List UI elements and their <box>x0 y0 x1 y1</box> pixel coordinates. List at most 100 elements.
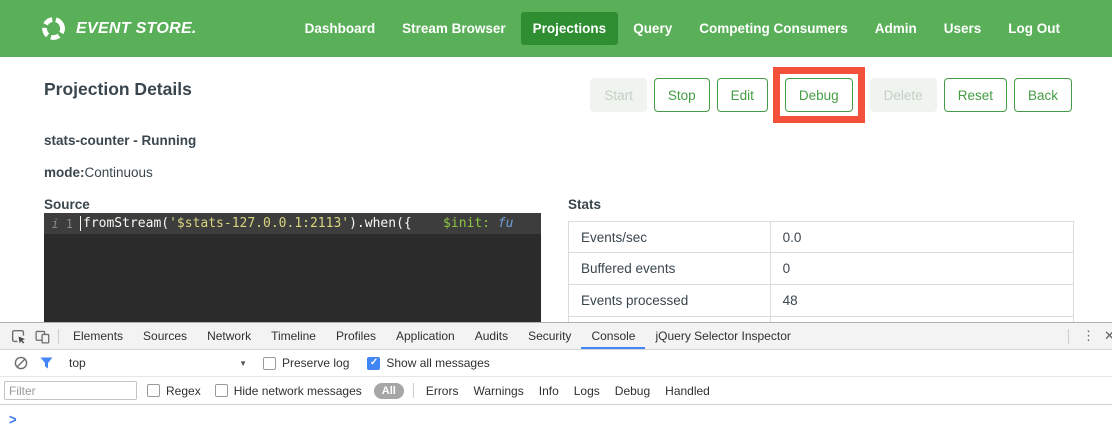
code-token: '$stats-127.0.0.1:2113' <box>169 216 349 231</box>
action-buttons: StartStopEdit Debug DeleteResetBack <box>590 78 1072 112</box>
stats-heading: Stats <box>568 197 601 212</box>
code-token: $init: <box>443 216 490 231</box>
level-filter-handled[interactable]: Handled <box>665 384 710 398</box>
console-prompt[interactable]: > <box>0 405 1112 440</box>
tab-jquery-selector-inspector[interactable]: jQuery Selector Inspector <box>645 323 800 349</box>
regex-label: Regex <box>166 384 201 398</box>
tab-application[interactable]: Application <box>386 323 465 349</box>
code-line-content: fromStream('$stats-127.0.0.1:2113').when… <box>80 216 514 231</box>
toolbar-separator <box>413 383 414 398</box>
inspect-element-icon[interactable] <box>6 323 30 349</box>
back-button[interactable]: Back <box>1014 78 1072 112</box>
devtools-tabbar-right: ⋮ ✕ <box>1064 323 1112 349</box>
clear-console-icon[interactable] <box>8 350 34 376</box>
level-filter-logs[interactable]: Logs <box>574 384 600 398</box>
devtools-panel: ElementsSourcesNetworkTimelineProfilesAp… <box>0 322 1112 440</box>
delete-button: Delete <box>870 78 937 112</box>
stats-row-label: Events/sec <box>569 222 771 252</box>
devtools-menu-icon[interactable]: ⋮ <box>1073 328 1104 344</box>
debug-button[interactable]: Debug <box>785 78 853 112</box>
filter-icon[interactable] <box>34 350 59 376</box>
nav-item-stream-browser[interactable]: Stream Browser <box>390 12 518 45</box>
code-token <box>412 216 443 231</box>
start-button: Start <box>590 78 647 112</box>
preserve-log-checkbox[interactable]: Preserve log <box>263 356 349 370</box>
level-filter-debug[interactable]: Debug <box>615 384 650 398</box>
tab-console[interactable]: Console <box>581 323 645 349</box>
devtools-tabs: ElementsSourcesNetworkTimelineProfilesAp… <box>63 323 801 349</box>
regex-checkbox[interactable]: Regex <box>147 384 201 398</box>
stats-table: Events/sec0.0Buffered events0Events proc… <box>568 221 1074 322</box>
nav-item-competing-consumers[interactable]: Competing Consumers <box>687 12 860 45</box>
level-filter-info[interactable]: Info <box>539 384 559 398</box>
console-toolbar: top ▼ Preserve log Show all messages <box>0 350 1112 377</box>
device-toolbar-icon[interactable] <box>30 323 54 349</box>
tab-elements[interactable]: Elements <box>63 323 133 349</box>
mode-label: mode: <box>44 165 85 180</box>
tab-network[interactable]: Network <box>197 323 261 349</box>
top-navbar: EVENT STORE. DashboardStream BrowserProj… <box>0 0 1112 57</box>
level-filter-all[interactable]: All <box>374 383 404 399</box>
prompt-chevron-icon: > <box>9 411 17 428</box>
page-content: Projection Details StartStopEdit Debug Del… <box>0 57 1112 322</box>
mode-value: Continuous <box>85 165 153 180</box>
source-heading: Source <box>44 197 90 212</box>
tab-sources[interactable]: Sources <box>133 323 197 349</box>
preserve-log-label: Preserve log <box>282 356 349 370</box>
checkbox-icon <box>263 357 276 370</box>
editor-gutter: i 1 <box>44 217 80 231</box>
nav-item-admin[interactable]: Admin <box>863 12 929 45</box>
chevron-down-icon: ▼ <box>239 359 247 368</box>
code-line: i 1 fromStream('$stats-127.0.0.1:2113').… <box>44 213 541 234</box>
eventstore-logo[interactable]: EVENT STORE. <box>40 15 197 42</box>
projection-mode: mode:Continuous <box>44 165 153 180</box>
console-level-filters: Errors Warnings Info Logs Debug Handled <box>426 384 710 398</box>
stats-table-row: Buffered events0 <box>568 253 1074 285</box>
tab-timeline[interactable]: Timeline <box>261 323 326 349</box>
main-nav: DashboardStream BrowserProjectionsQueryC… <box>293 12 1072 45</box>
reset-button[interactable]: Reset <box>944 78 1007 112</box>
stats-table-row: Events processed48 <box>568 285 1074 317</box>
debug-highlight-box: Debug <box>773 67 865 123</box>
stats-row-label: Events processed <box>569 285 771 316</box>
tab-profiles[interactable]: Profiles <box>326 323 386 349</box>
tab-audits[interactable]: Audits <box>465 323 518 349</box>
stop-button[interactable]: Stop <box>654 78 710 112</box>
show-all-messages-checkbox[interactable]: Show all messages <box>367 356 489 370</box>
toolbar-separator <box>58 329 59 344</box>
stats-row-value: 0.0 <box>771 222 802 252</box>
show-all-messages-label: Show all messages <box>386 356 489 370</box>
stats-row-label: Buffered events <box>569 253 771 284</box>
projection-status: stats-counter - Running <box>44 133 196 148</box>
code-token: fromStream( <box>83 216 169 231</box>
stats-row-value: 0 <box>771 253 791 284</box>
source-code-editor[interactable]: i 1 fromStream('$stats-127.0.0.1:2113').… <box>44 213 541 322</box>
page-title: Projection Details <box>44 79 192 100</box>
level-filter-errors[interactable]: Errors <box>426 384 459 398</box>
checkbox-icon <box>147 384 160 397</box>
code-token: fu <box>490 216 513 231</box>
stats-row-value: 48 <box>771 285 798 316</box>
checkbox-icon <box>215 384 228 397</box>
frame-context-select[interactable]: top ▼ <box>69 356 247 370</box>
nav-item-query[interactable]: Query <box>621 12 684 45</box>
hide-network-label: Hide network messages <box>234 384 362 398</box>
nav-item-users[interactable]: Users <box>932 12 994 45</box>
toolbar-separator <box>1068 329 1069 344</box>
level-filter-warnings[interactable]: Warnings <box>473 384 523 398</box>
brand-text: EVENT STORE. <box>76 20 197 38</box>
nav-item-dashboard[interactable]: Dashboard <box>293 12 388 45</box>
frame-context-value: top <box>69 356 86 370</box>
hide-network-checkbox[interactable]: Hide network messages <box>215 384 362 398</box>
eventstore-logo-icon <box>40 15 67 42</box>
devtools-close-icon[interactable]: ✕ <box>1104 328 1112 344</box>
console-filterbar: Regex Hide network messages All Errors Wa… <box>0 377 1112 405</box>
line-number: 1 <box>66 217 73 231</box>
gutter-info-icon: i <box>52 217 59 231</box>
nav-item-projections[interactable]: Projections <box>521 12 619 45</box>
nav-item-log-out[interactable]: Log Out <box>996 12 1072 45</box>
console-filter-input[interactable] <box>4 381 137 400</box>
edit-button[interactable]: Edit <box>717 78 768 112</box>
checkbox-icon <box>367 357 380 370</box>
tab-security[interactable]: Security <box>518 323 581 349</box>
